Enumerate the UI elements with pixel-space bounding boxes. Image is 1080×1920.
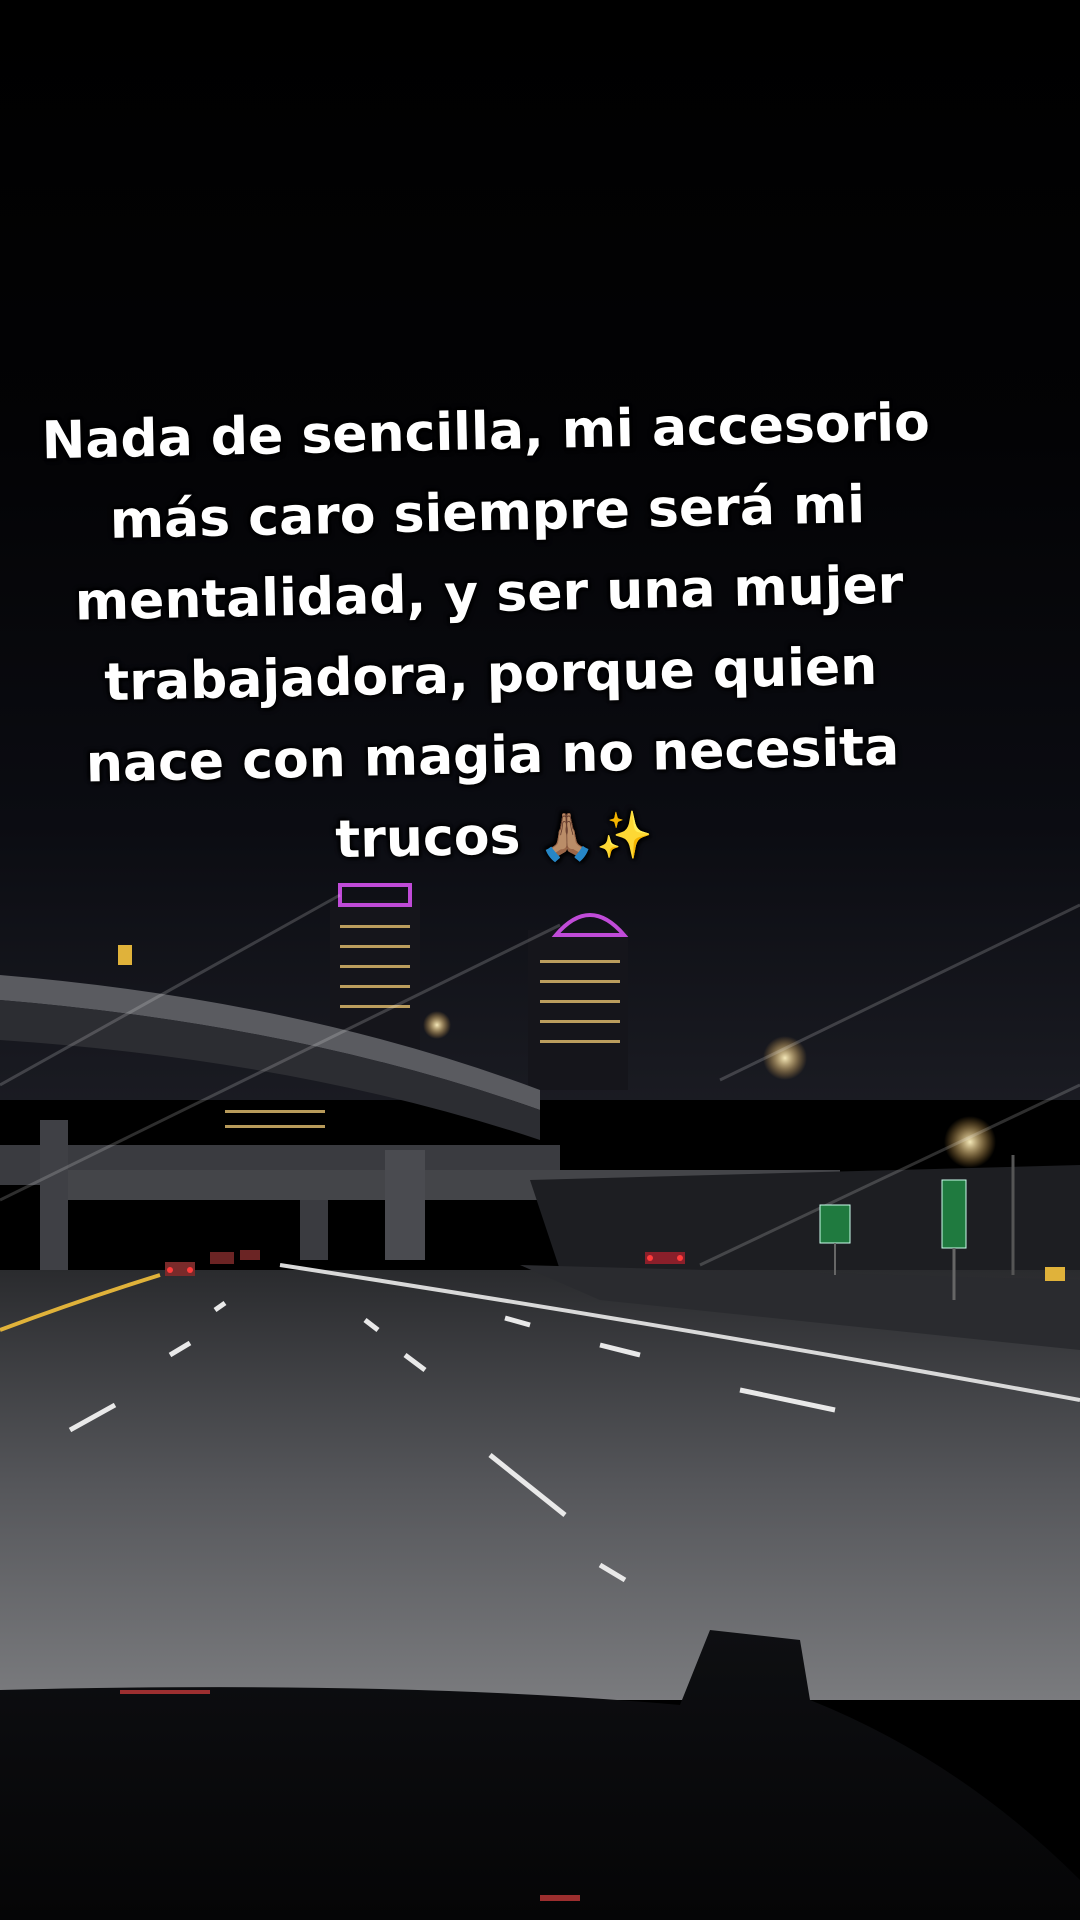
- chevron-sign-icon: [118, 945, 132, 965]
- scene-graphics: [0, 883, 1080, 1920]
- video-caption: Nada de sencilla, mi accesorio más caro …: [5, 382, 975, 889]
- tower-right: [528, 930, 628, 1090]
- pillar: [40, 1120, 68, 1270]
- tower-left: [330, 900, 420, 1050]
- sign-left: [819, 1204, 851, 1244]
- caption-text: Nada de sencilla, mi accesorio más caro …: [41, 392, 931, 871]
- pillar: [300, 1200, 328, 1260]
- pillar: [385, 1150, 425, 1260]
- road: [0, 1270, 1080, 1700]
- caption-emoji: 🙏🏽✨: [537, 807, 654, 865]
- chevron-sign-icon: [1045, 1267, 1065, 1281]
- night-highway-scene: Nada de sencilla, mi accesorio más caro …: [0, 0, 1080, 1920]
- sign-right: [941, 1179, 967, 1249]
